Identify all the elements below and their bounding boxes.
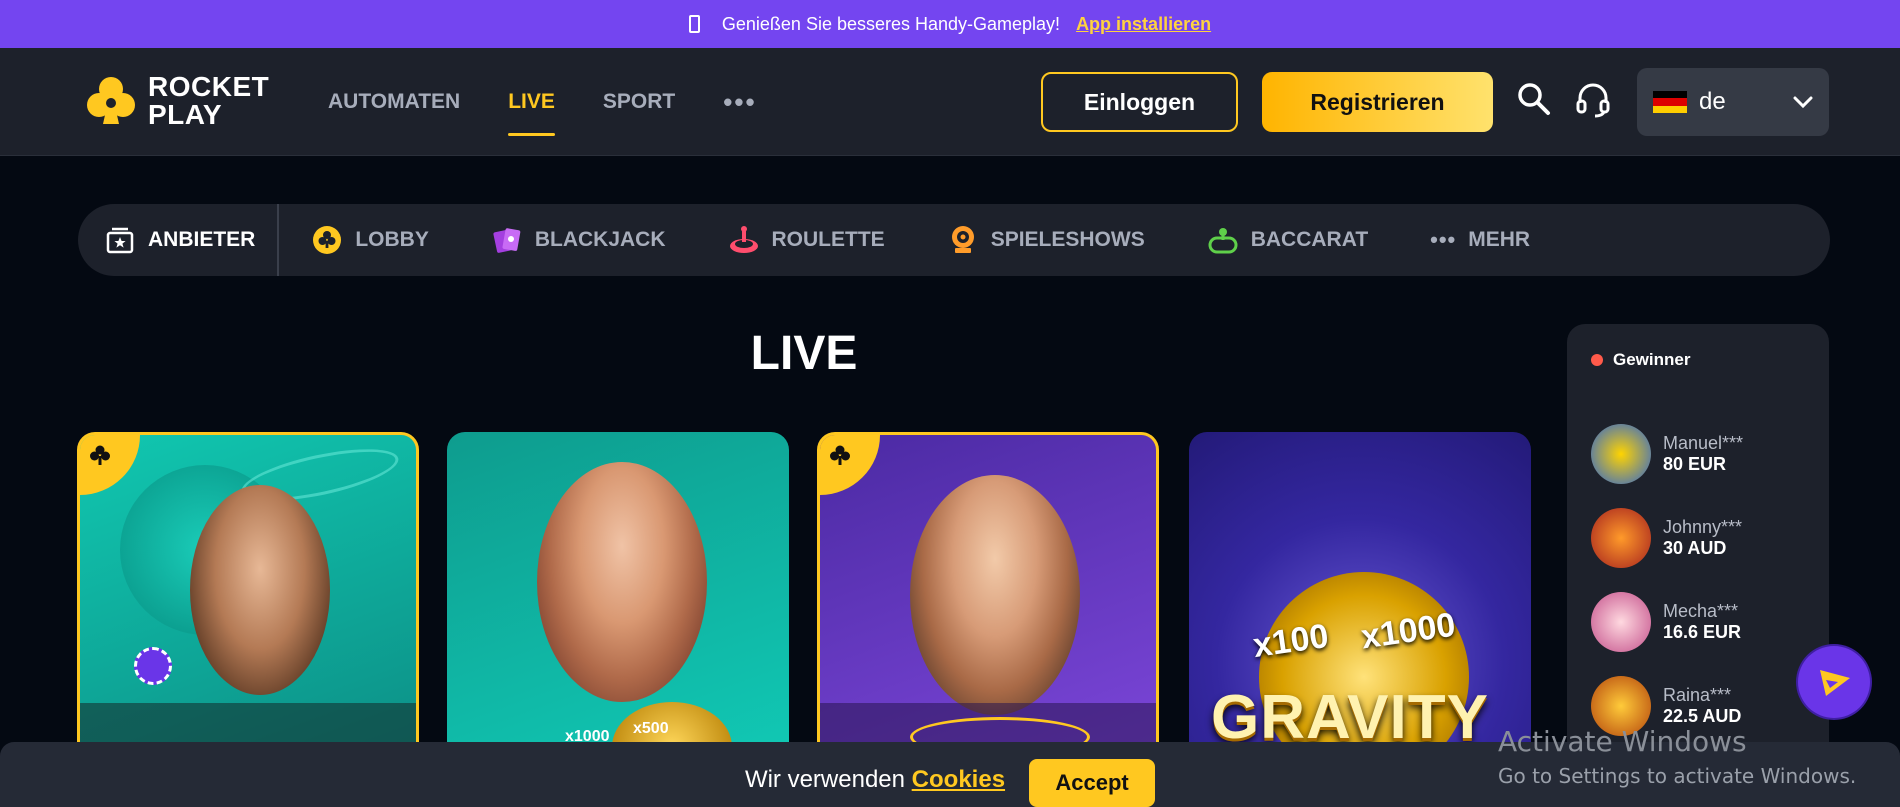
- club-logo-icon: [82, 72, 140, 130]
- page-title: LIVE: [750, 327, 858, 380]
- game-card[interactable]: x1000 x500: [447, 432, 789, 762]
- provider-icon: [106, 227, 134, 254]
- category-label: BACCARAT: [1250, 228, 1369, 251]
- category-label: ROULETTE: [771, 228, 885, 251]
- category-bar: ANBIETER LOBBY BLACKJACK ROULETTE SPIELE…: [78, 204, 1830, 276]
- category-anbieter[interactable]: ANBIETER: [78, 204, 280, 276]
- winners-title: Gewinner: [1613, 350, 1691, 369]
- category-label: MEHR: [1468, 228, 1531, 251]
- winners-panel: Gewinner Manuel*** 80 EUR Johnny*** 30 AUD…: [1567, 324, 1829, 764]
- category-lobby[interactable]: LOBBY: [279, 224, 460, 256]
- nav-sport[interactable]: SPORT: [603, 48, 675, 156]
- roulette-icon: [729, 226, 758, 253]
- language-selector[interactable]: de: [1637, 68, 1829, 136]
- promo-message: Genießen Sie besseres Handy-Gameplay!: [721, 13, 1061, 34]
- category-label: ANBIETER: [148, 228, 256, 251]
- game-card[interactable]: [77, 432, 419, 762]
- club-icon: [830, 445, 850, 465]
- nav-more-icon[interactable]: •••: [723, 48, 756, 156]
- winner-amount: 30 AUD: [1663, 538, 1727, 558]
- register-button[interactable]: Registrieren: [1262, 72, 1493, 132]
- multiplier-badge: x500: [633, 720, 669, 737]
- category-label: SPIELESHOWS: [990, 228, 1145, 251]
- cards-icon: [493, 228, 521, 253]
- site-header: ROCKET PLAY AUTOMATEN LIVE SPORT ••• Ein…: [0, 48, 1900, 156]
- category-blackjack[interactable]: BLACKJACK: [460, 224, 697, 256]
- winner-amount: 80 EUR: [1663, 454, 1727, 474]
- accept-cookies-button[interactable]: Accept: [1029, 759, 1156, 807]
- exclusive-badge: [80, 435, 140, 495]
- exclusive-badge: [820, 435, 880, 495]
- rocketplay-logo[interactable]: ROCKET PLAY: [82, 72, 269, 130]
- login-button[interactable]: Einloggen: [1041, 72, 1238, 132]
- nav-live[interactable]: LIVE: [508, 48, 555, 156]
- winner-name: Mecha***: [1663, 601, 1739, 621]
- app-promo-bar: Genießen Sie besseres Handy-Gameplay! Ap…: [0, 0, 1900, 48]
- install-app-link[interactable]: App installieren: [1076, 14, 1211, 35]
- main-nav: AUTOMATEN LIVE SPORT •••: [328, 48, 757, 156]
- promo-fab-button[interactable]: [1798, 646, 1870, 718]
- category-label: BLACKJACK: [534, 228, 666, 251]
- watermark-line-2: Go to Settings to activate Windows.: [1498, 764, 1857, 788]
- cookies-link[interactable]: Cookies: [912, 766, 1005, 793]
- winner-row[interactable]: Johnny*** 30 AUD: [1591, 508, 1742, 568]
- logo-line-2: PLAY: [148, 99, 223, 130]
- logo-line-1: ROCKET: [148, 71, 270, 102]
- game-card[interactable]: x100 x1000 GRAVITY: [1189, 432, 1531, 762]
- winner-name: Raina***: [1663, 685, 1732, 705]
- category-baccarat[interactable]: BACCARAT: [1176, 224, 1399, 256]
- language-code: de: [1699, 88, 1726, 115]
- winner-amount: 22.5 AUD: [1663, 706, 1742, 726]
- game-avatar: [1591, 592, 1651, 652]
- baccarat-icon: [1208, 228, 1238, 254]
- winner-row[interactable]: Mecha*** 16.6 EUR: [1591, 592, 1741, 652]
- category-mehr[interactable]: ••• MEHR: [1399, 227, 1561, 253]
- club-icon: [313, 226, 342, 254]
- watermark-line-1: Activate Windows: [1498, 725, 1747, 758]
- game-show-icon: [951, 226, 974, 253]
- play-icon: [1820, 670, 1850, 696]
- chevron-down-icon: [1793, 96, 1813, 109]
- winner-name: Manuel***: [1663, 433, 1744, 453]
- more-icon: •••: [1430, 227, 1457, 252]
- category-roulette[interactable]: ROULETTE: [697, 224, 916, 256]
- search-icon[interactable]: [1516, 81, 1556, 121]
- cookie-text: Wir verwenden: [744, 766, 905, 793]
- game-avatar: [1591, 424, 1651, 484]
- support-headset-icon[interactable]: [1574, 81, 1614, 121]
- windows-activation-watermark: Activate Windows Go to Settings to activ…: [1498, 725, 1856, 788]
- phone-icon: [688, 15, 700, 33]
- winner-name: Johnny***: [1663, 517, 1743, 537]
- category-label: LOBBY: [355, 228, 429, 251]
- winner-row[interactable]: Manuel*** 80 EUR: [1591, 424, 1743, 484]
- nav-automaten[interactable]: AUTOMATEN: [328, 48, 460, 156]
- category-spieleshows[interactable]: SPIELESHOWS: [916, 224, 1176, 256]
- winner-amount: 16.6 EUR: [1663, 622, 1742, 642]
- club-icon: [90, 445, 110, 465]
- game-card[interactable]: [817, 432, 1159, 762]
- live-dot-icon: [1591, 354, 1603, 366]
- germany-flag-icon: [1653, 91, 1687, 113]
- game-avatar: [1591, 508, 1651, 568]
